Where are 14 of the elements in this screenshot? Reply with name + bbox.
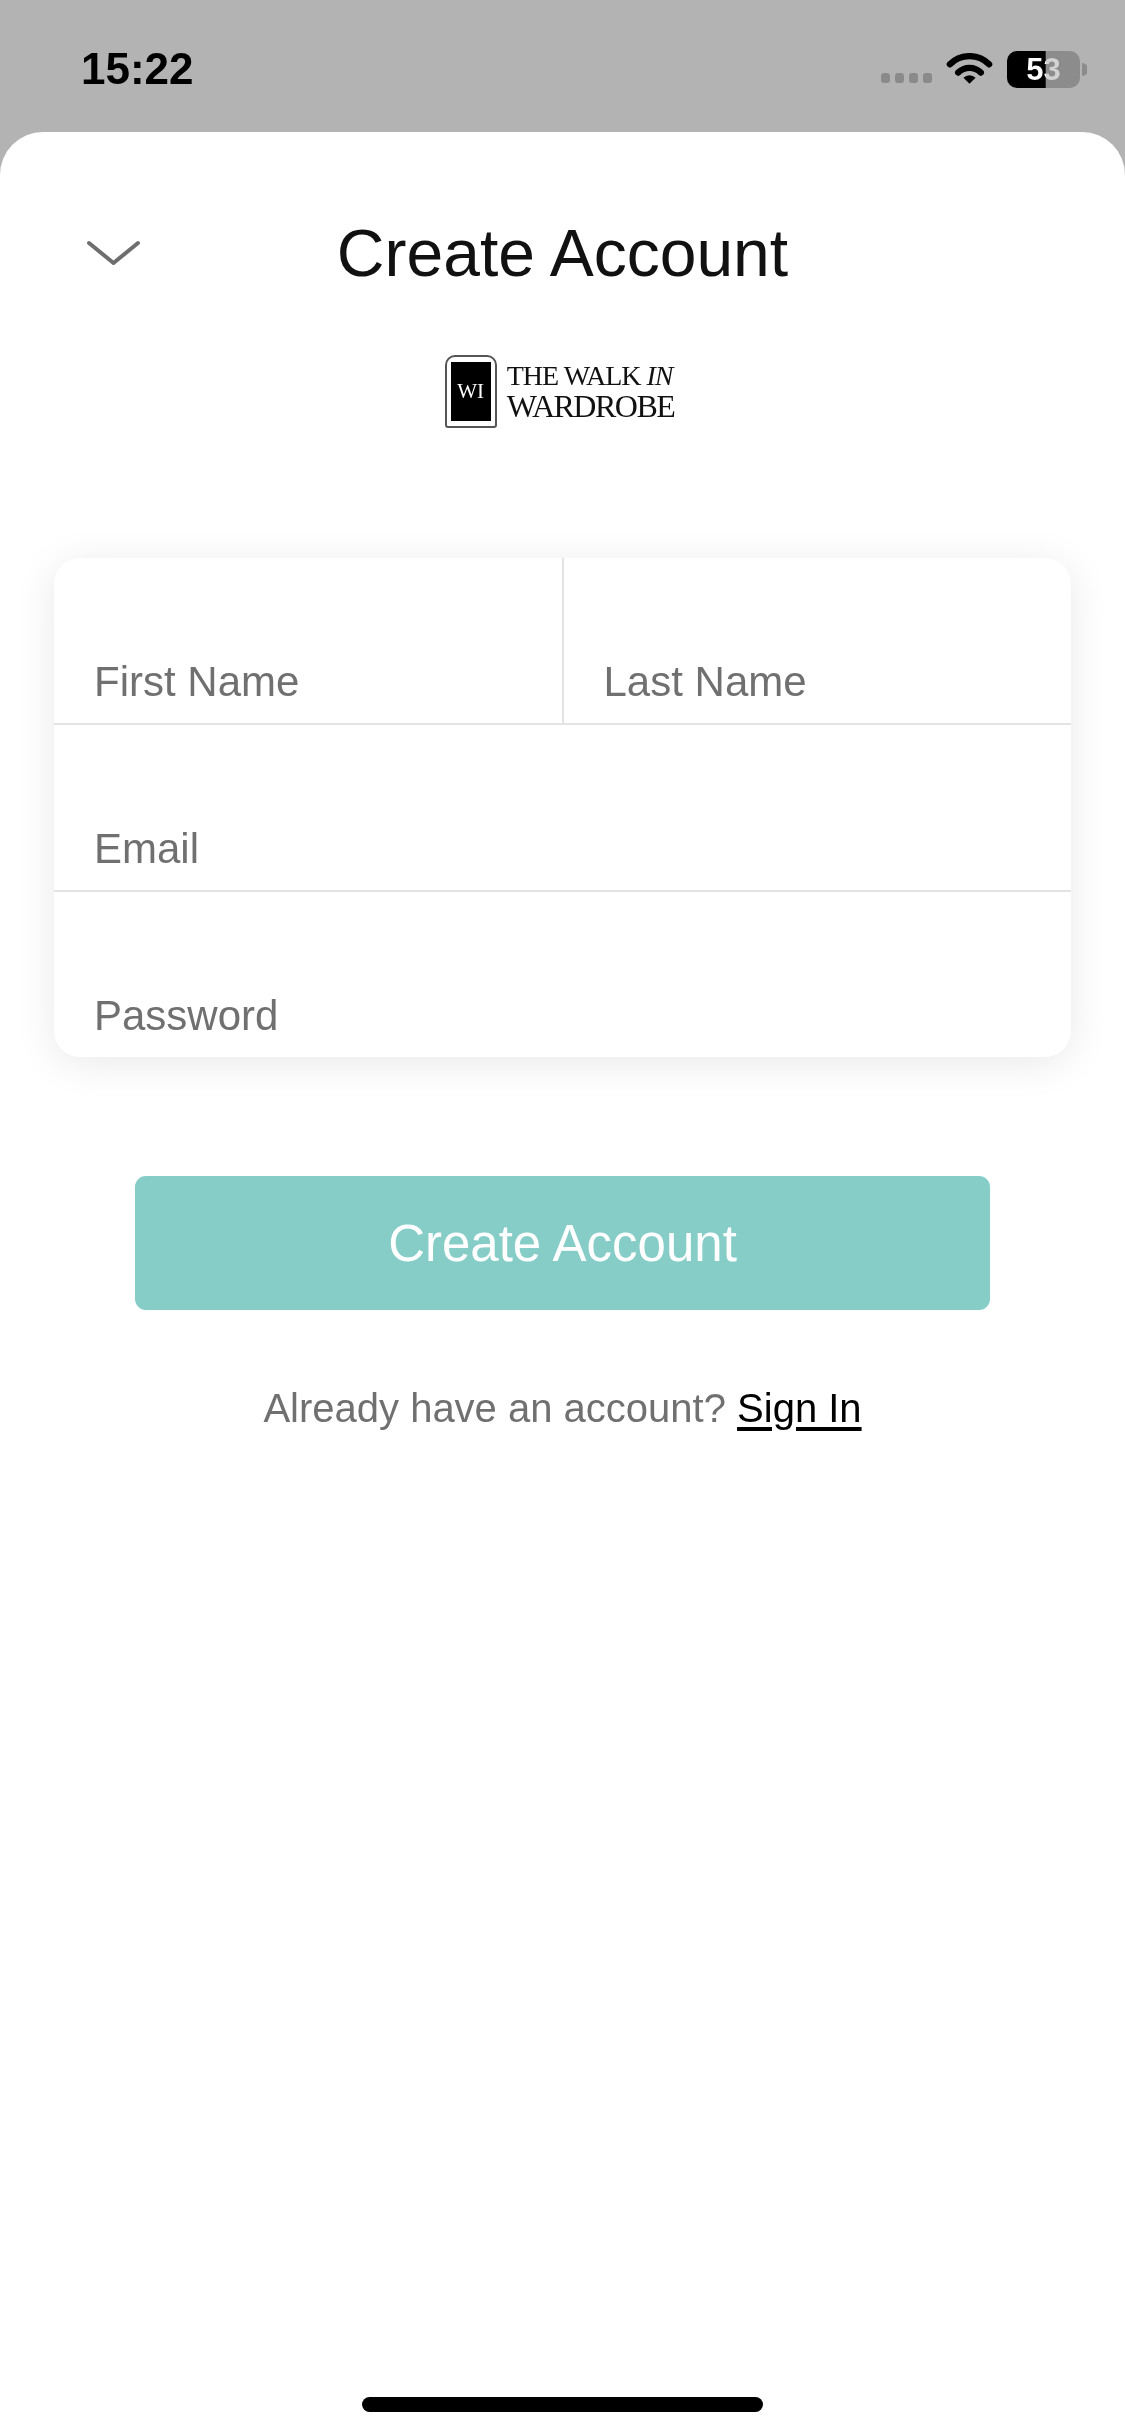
sign-in-link[interactable]: Sign In xyxy=(737,1386,862,1430)
logo-monogram: WI xyxy=(450,362,491,421)
last-name-field[interactable]: Last Name xyxy=(561,558,1071,723)
first-name-field[interactable]: First Name xyxy=(54,558,562,723)
logo-wordmark: THE WALK IN xyxy=(506,361,675,390)
status-time: 15:22 xyxy=(81,47,194,91)
logo-wordmark: WARDROBE xyxy=(506,389,675,422)
cellular-signal-icon xyxy=(881,73,932,83)
chevron-down-icon[interactable] xyxy=(86,240,141,266)
password-field[interactable]: Password xyxy=(54,892,1071,1057)
screen-title: Create Account xyxy=(336,220,789,286)
wifi-icon xyxy=(946,52,993,86)
email-field[interactable]: Email xyxy=(54,725,1071,890)
sign-in-prompt: Already have an account? Sign In xyxy=(263,1385,862,1432)
